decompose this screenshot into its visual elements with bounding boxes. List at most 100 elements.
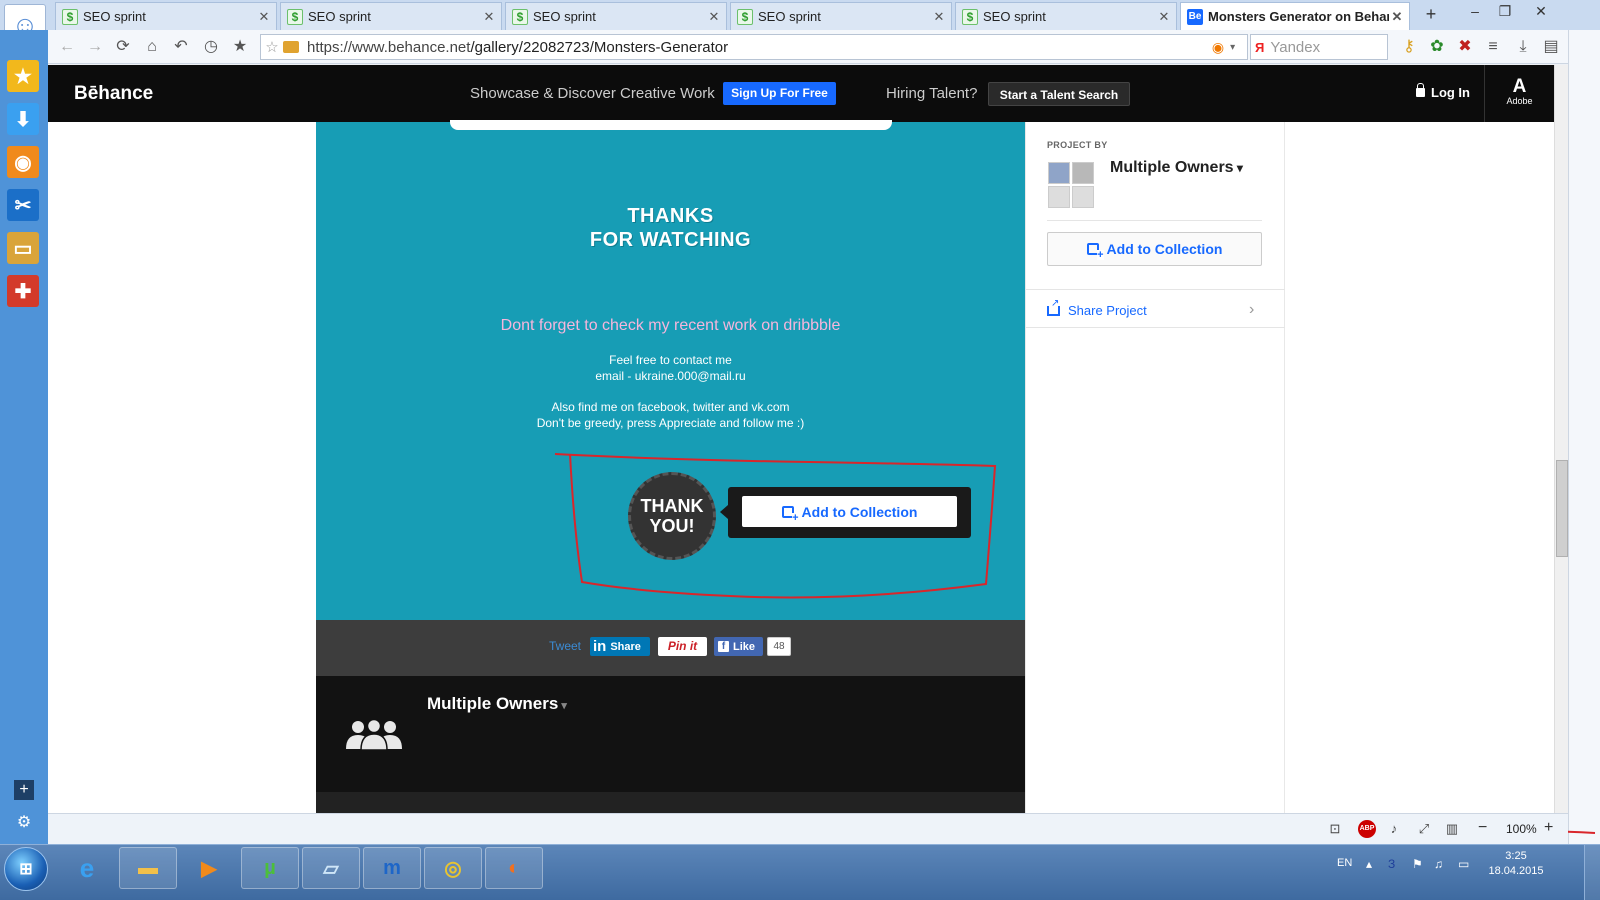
tweet-button[interactable]: Tweet bbox=[549, 639, 581, 653]
home-icon[interactable]: ⌂ bbox=[141, 36, 163, 58]
pinterest-button[interactable]: Pin it bbox=[658, 637, 707, 656]
forward-icon[interactable]: → bbox=[84, 36, 106, 58]
close-icon[interactable]: ✕ bbox=[706, 9, 722, 25]
tray-app-icon[interactable]: З bbox=[1388, 857, 1395, 871]
panel-icon[interactable]: ▤ bbox=[1540, 36, 1562, 58]
restore-button[interactable]: ❐ bbox=[1492, 3, 1518, 25]
tab-seo-sprint-2[interactable]: $ SEO sprint ✕ bbox=[280, 2, 502, 30]
facebook-label: Like bbox=[733, 640, 756, 653]
firefox-icon[interactable]: ◐ bbox=[485, 847, 543, 889]
close-icon[interactable]: ✕ bbox=[1156, 9, 1172, 25]
tools-icon[interactable]: ✂ bbox=[7, 189, 39, 221]
bookmarks-star-icon[interactable]: ★ bbox=[229, 36, 251, 58]
chevron-right-icon[interactable]: › bbox=[1249, 301, 1254, 319]
downloads-icon[interactable]: ⬇ bbox=[7, 103, 39, 135]
new-tab-button[interactable]: + bbox=[1420, 4, 1442, 26]
games-icon[interactable]: ✚ bbox=[7, 275, 39, 307]
contact-line-1: Feel free to contact me bbox=[609, 353, 732, 367]
owner-dropdown[interactable]: Multiple Owners bbox=[1110, 159, 1243, 177]
log-in-link[interactable]: Log In bbox=[1416, 83, 1470, 100]
owner-avatar-2[interactable] bbox=[1072, 162, 1094, 184]
start-button[interactable]: ⊞ bbox=[4, 847, 48, 891]
action-center-icon[interactable]: ▭ bbox=[1458, 857, 1469, 871]
utorrent-icon[interactable]: µ bbox=[241, 847, 299, 889]
facebook-like-button[interactable]: f Like bbox=[714, 637, 763, 656]
zoom-level[interactable]: 100% bbox=[1506, 822, 1537, 836]
tab-behance[interactable]: Be Monsters Generator on Behance ✕ bbox=[1180, 2, 1410, 30]
project-by-label: PROJECT BY bbox=[1047, 140, 1108, 150]
tab-seo-sprint-3[interactable]: $ SEO sprint ✕ bbox=[505, 2, 727, 30]
close-icon[interactable]: ✕ bbox=[481, 9, 497, 25]
settings-icon[interactable]: ⚙ bbox=[14, 813, 34, 833]
speaker-icon[interactable]: ♫ bbox=[1434, 857, 1443, 871]
owners-title[interactable]: Multiple Owners bbox=[427, 694, 567, 714]
show-desktop-button[interactable] bbox=[1584, 845, 1600, 900]
tab-seo-sprint-4[interactable]: $ SEO sprint ✕ bbox=[730, 2, 952, 30]
behance-logo[interactable]: Bēhance bbox=[74, 83, 153, 105]
tab-seo-sprint-5[interactable]: $ SEO sprint ✕ bbox=[955, 2, 1177, 30]
notepad-icon[interactable]: ▱ bbox=[302, 847, 360, 889]
address-bar[interactable]: ☆ https://www.behance.net/gallery/220827… bbox=[260, 34, 1248, 60]
tab-label: SEO sprint bbox=[533, 9, 596, 24]
page-scrollbar[interactable] bbox=[1554, 65, 1568, 813]
file-explorer-icon[interactable]: ▬ bbox=[119, 847, 177, 889]
back-icon[interactable]: ← bbox=[56, 36, 78, 58]
browser-status-bar: ⊡ ABP ♪ ⤢ ▥ − 100% + bbox=[48, 813, 1568, 844]
share-icon bbox=[1047, 298, 1060, 316]
close-icon[interactable]: ✕ bbox=[256, 9, 272, 25]
extension-icon[interactable]: ✿ bbox=[1426, 36, 1448, 58]
media-player-icon[interactable]: ▶ bbox=[180, 847, 238, 889]
scrollbar-thumb[interactable] bbox=[1556, 460, 1568, 557]
reload-icon[interactable]: ⟳ bbox=[112, 36, 134, 58]
tab-label: SEO sprint bbox=[758, 9, 821, 24]
sidebar-add-to-collection-button[interactable]: Add to Collection bbox=[1047, 232, 1262, 266]
language-indicator[interactable]: EN bbox=[1337, 857, 1352, 869]
adblock-icon[interactable]: ABP bbox=[1358, 820, 1376, 838]
close-icon[interactable]: ✕ bbox=[931, 9, 947, 25]
zoom-out-button[interactable]: − bbox=[1478, 819, 1487, 837]
blocker-icon[interactable]: ✖ bbox=[1454, 36, 1476, 58]
thanks-line-1: THANKS bbox=[627, 205, 714, 227]
sidebar-add-to-collection-label: Add to Collection bbox=[1106, 241, 1223, 257]
social-line-1: Also find me on facebook, twitter and vk… bbox=[551, 400, 790, 414]
social-line-2: Don't be greedy, press Appreciate and fo… bbox=[536, 416, 805, 430]
owners-section: Multiple Owners bbox=[316, 676, 1025, 792]
maxthon-icon[interactable]: m bbox=[363, 847, 421, 889]
key-icon[interactable]: ⚷ bbox=[1398, 36, 1420, 58]
network-icon[interactable]: ⚑ bbox=[1412, 857, 1423, 871]
tab-seo-sprint-1[interactable]: $ SEO sprint ✕ bbox=[55, 2, 277, 30]
rss-button[interactable]: ◉ ▾ bbox=[1200, 34, 1248, 60]
linkedin-share-button[interactable]: in Share bbox=[590, 637, 650, 656]
download-icon[interactable]: ⤓ bbox=[1512, 36, 1534, 58]
close-window-button[interactable]: ✕ bbox=[1528, 3, 1554, 25]
yandex-icon: Я bbox=[1255, 39, 1265, 55]
search-input[interactable]: Я Yandex bbox=[1250, 34, 1388, 60]
fullscreen-icon[interactable]: ⤢ bbox=[1415, 821, 1433, 837]
internet-explorer-icon[interactable]: e bbox=[58, 847, 116, 889]
split-view-icon[interactable]: ▥ bbox=[1443, 821, 1461, 837]
sign-up-button[interactable]: Sign Up For Free bbox=[723, 82, 836, 105]
owner-avatar-1[interactable] bbox=[1048, 162, 1070, 184]
bookmark-icon[interactable]: ☆ bbox=[261, 38, 283, 56]
clock[interactable]: 3:25 18.04.2015 bbox=[1478, 849, 1554, 879]
favorites-icon[interactable]: ★ bbox=[7, 60, 39, 92]
adobe-label: Adobe bbox=[1506, 96, 1533, 106]
chrome-icon[interactable]: ◎ bbox=[424, 847, 482, 889]
talent-search-button[interactable]: Start a Talent Search bbox=[988, 82, 1130, 106]
project-sidebar: PROJECT BY Multiple Owners Add to Collec… bbox=[1025, 122, 1285, 813]
history-icon[interactable]: ◷ bbox=[200, 36, 222, 58]
menu-icon[interactable]: ≡ bbox=[1482, 36, 1504, 58]
facebook-icon: f bbox=[718, 641, 729, 652]
tray-expand-icon[interactable]: ▴ bbox=[1366, 857, 1372, 871]
minimize-button[interactable]: – bbox=[1462, 3, 1488, 25]
volume-icon[interactable]: ♪ bbox=[1385, 821, 1403, 837]
close-icon[interactable]: ✕ bbox=[1389, 9, 1405, 25]
zoom-in-button[interactable]: + bbox=[1544, 819, 1553, 837]
notes-icon[interactable]: ▭ bbox=[7, 232, 39, 264]
share-project-link[interactable]: Share Project bbox=[1047, 298, 1147, 318]
adobe-link[interactable]: A Adobe bbox=[1484, 65, 1554, 122]
rss-icon[interactable]: ◉ bbox=[7, 146, 39, 178]
add-panel-icon[interactable]: + bbox=[14, 780, 34, 800]
undo-icon[interactable]: ↶ bbox=[170, 36, 192, 58]
performance-icon[interactable]: ⊡ bbox=[1326, 821, 1344, 837]
